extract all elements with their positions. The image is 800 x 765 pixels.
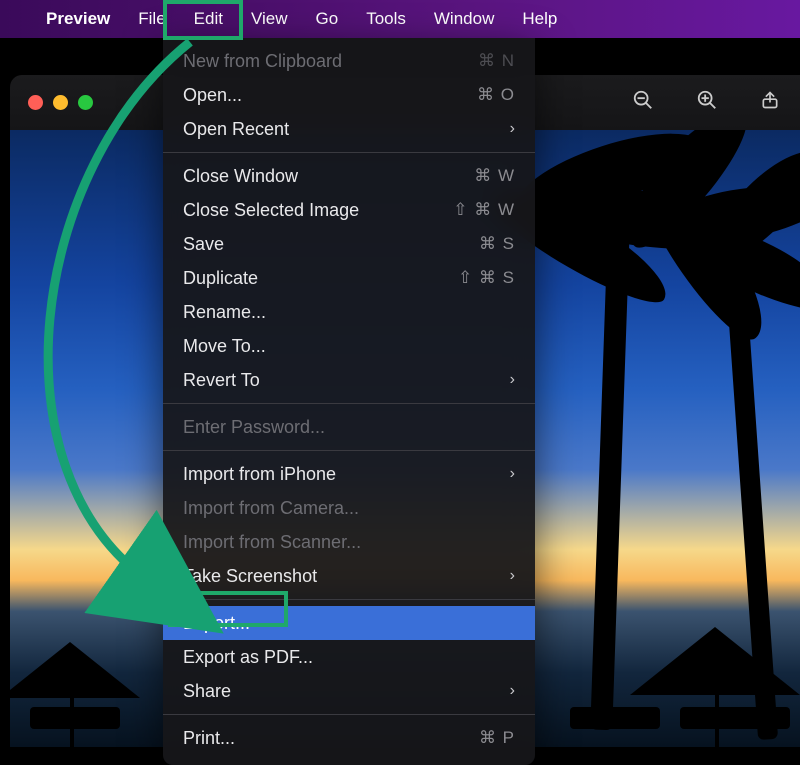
menu-item-label: Share xyxy=(183,681,510,702)
menu-item-label: Revert To xyxy=(183,370,510,391)
menu-item-label: Save xyxy=(183,234,479,255)
file-menu-dropdown: New from Clipboard⌘ NOpen...⌘ OOpen Rece… xyxy=(163,38,535,765)
menu-item-label: Duplicate xyxy=(183,268,458,289)
menu-view[interactable]: View xyxy=(237,3,302,35)
menu-item-shortcut: ⇧ ⌘ S xyxy=(458,268,515,288)
menu-tools[interactable]: Tools xyxy=(352,3,420,35)
menu-item-export-as-pdf[interactable]: Export as PDF... xyxy=(163,640,535,674)
zoom-window-button[interactable] xyxy=(78,95,93,110)
menu-item-shortcut: ⌘ W xyxy=(474,166,515,186)
menu-item-import-from-iphone[interactable]: Import from iPhone› xyxy=(163,457,535,491)
menu-item-duplicate[interactable]: Duplicate⇧ ⌘ S xyxy=(163,261,535,295)
menu-item-label: Export as PDF... xyxy=(183,647,515,668)
menu-separator xyxy=(163,599,535,600)
menu-item-save[interactable]: Save⌘ S xyxy=(163,227,535,261)
menu-item-label: Move To... xyxy=(183,336,515,357)
menu-item-shortcut: ⌘ P xyxy=(479,728,515,748)
menu-edit[interactable]: Edit xyxy=(180,3,237,35)
chevron-right-icon: › xyxy=(510,682,515,700)
close-window-button[interactable] xyxy=(28,95,43,110)
menu-item-print[interactable]: Print...⌘ P xyxy=(163,721,535,755)
menu-separator xyxy=(163,714,535,715)
chevron-right-icon: › xyxy=(510,120,515,138)
menu-item-open[interactable]: Open...⌘ O xyxy=(163,78,535,112)
menu-separator xyxy=(163,152,535,153)
chevron-right-icon: › xyxy=(510,567,515,585)
menu-item-shortcut: ⌘ O xyxy=(477,85,515,105)
menu-window[interactable]: Window xyxy=(420,3,508,35)
menu-go[interactable]: Go xyxy=(302,3,353,35)
menu-item-shortcut: ⇧ ⌘ W xyxy=(453,200,515,220)
menu-item-label: Import from Camera... xyxy=(183,498,515,519)
menu-item-move-to[interactable]: Move To... xyxy=(163,329,535,363)
menu-item-label: Print... xyxy=(183,728,479,749)
menu-item-enter-password: Enter Password... xyxy=(163,410,535,444)
menu-item-import-from-camera: Import from Camera... xyxy=(163,491,535,525)
share-icon[interactable] xyxy=(760,89,780,117)
zoom-out-icon[interactable] xyxy=(632,89,654,117)
menu-item-label: Close Selected Image xyxy=(183,200,453,221)
menu-item-import-from-scanner: Import from Scanner... xyxy=(163,525,535,559)
chevron-right-icon: › xyxy=(510,465,515,483)
menu-separator xyxy=(163,403,535,404)
zoom-in-icon[interactable] xyxy=(696,89,718,117)
menu-item-share[interactable]: Share› xyxy=(163,674,535,708)
app-menu[interactable]: Preview xyxy=(32,3,124,35)
menu-item-new-from-clipboard: New from Clipboard⌘ N xyxy=(163,44,535,78)
minimize-window-button[interactable] xyxy=(53,95,68,110)
menu-file[interactable]: File xyxy=(124,3,179,35)
menu-item-label: Export... xyxy=(183,613,515,634)
menu-item-label: Close Window xyxy=(183,166,474,187)
menu-item-shortcut: ⌘ N xyxy=(478,51,515,71)
menu-item-label: Rename... xyxy=(183,302,515,323)
menu-item-label: Enter Password... xyxy=(183,417,515,438)
menu-item-label: Import from Scanner... xyxy=(183,532,515,553)
menu-item-label: Open... xyxy=(183,85,477,106)
menu-item-rename[interactable]: Rename... xyxy=(163,295,535,329)
chevron-right-icon: › xyxy=(510,371,515,389)
traffic-lights xyxy=(28,95,93,110)
menu-item-revert-to[interactable]: Revert To› xyxy=(163,363,535,397)
menu-item-shortcut: ⌘ S xyxy=(479,234,515,254)
menu-item-label: New from Clipboard xyxy=(183,51,478,72)
menu-item-close-window[interactable]: Close Window⌘ W xyxy=(163,159,535,193)
menu-item-open-recent[interactable]: Open Recent› xyxy=(163,112,535,146)
menu-separator xyxy=(163,450,535,451)
menu-item-close-selected-image[interactable]: Close Selected Image⇧ ⌘ W xyxy=(163,193,535,227)
menu-item-label: Import from iPhone xyxy=(183,464,510,485)
system-menubar: Preview File Edit View Go Tools Window H… xyxy=(0,0,800,38)
menu-item-label: Take Screenshot xyxy=(183,566,510,587)
menu-item-label: Open Recent xyxy=(183,119,510,140)
menu-item-take-screenshot[interactable]: Take Screenshot› xyxy=(163,559,535,593)
menu-item-export[interactable]: Export... xyxy=(163,606,535,640)
menu-help[interactable]: Help xyxy=(508,3,571,35)
